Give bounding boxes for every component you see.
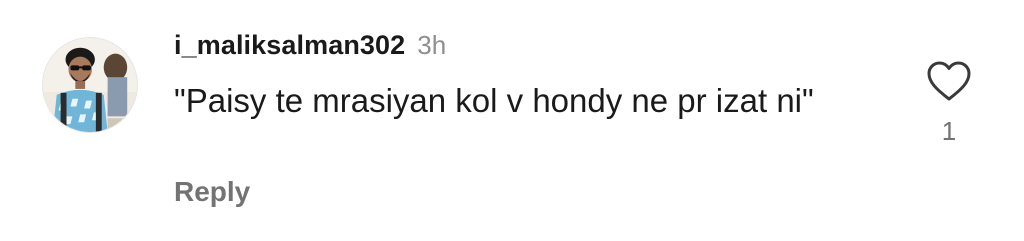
username[interactable]: i_maliksalman302 — [174, 30, 405, 61]
comment-item: i_maliksalman302 3h "Paisy te mrasiyan k… — [0, 0, 1024, 241]
comment-header: i_maliksalman302 3h — [174, 30, 894, 66]
comment-content: i_maliksalman302 3h "Paisy te mrasiyan k… — [174, 30, 894, 123]
like-count: 1 — [941, 116, 957, 146]
like-area: 1 — [918, 60, 980, 147]
comment-text: "Paisy te mrasiyan kol v hondy ne pr iza… — [174, 82, 814, 119]
reply-button[interactable]: Reply — [174, 176, 250, 208]
timestamp: 3h — [417, 30, 447, 60]
avatar[interactable] — [42, 37, 138, 133]
heart-outline-icon[interactable] — [926, 60, 972, 102]
avatar-image — [43, 38, 137, 132]
